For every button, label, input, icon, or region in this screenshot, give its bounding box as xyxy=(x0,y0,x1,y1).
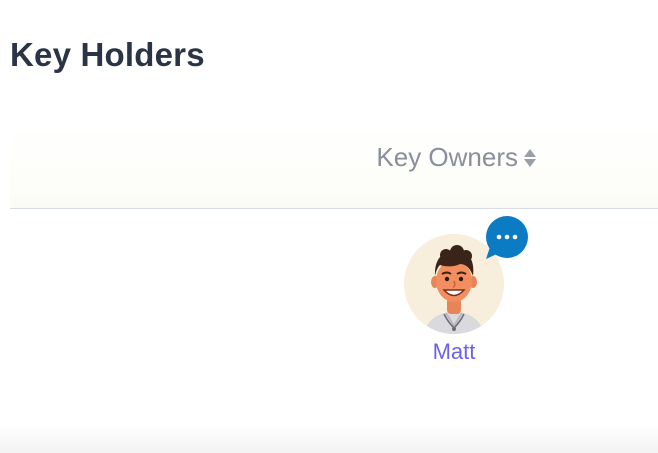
key-holders-page: Key Holders Key Owners Matt xyxy=(0,0,658,453)
table-footer-divider xyxy=(0,425,658,453)
column-header-key-owners[interactable]: Key Owners xyxy=(376,142,536,173)
chat-bubble-more-icon xyxy=(486,216,528,259)
table-row: Matt xyxy=(10,209,658,443)
page-title: Key Holders xyxy=(10,36,205,73)
sort-icon[interactable] xyxy=(524,148,536,167)
sort-ascending-icon xyxy=(524,148,536,157)
table-header: Key Owners xyxy=(10,122,658,209)
chat-badge-button[interactable] xyxy=(484,215,530,263)
sort-descending-icon xyxy=(524,158,536,167)
owner-name-link[interactable]: Matt xyxy=(404,339,504,365)
key-owner-item[interactable]: Matt xyxy=(404,209,534,379)
column-header-label: Key Owners xyxy=(376,142,518,172)
